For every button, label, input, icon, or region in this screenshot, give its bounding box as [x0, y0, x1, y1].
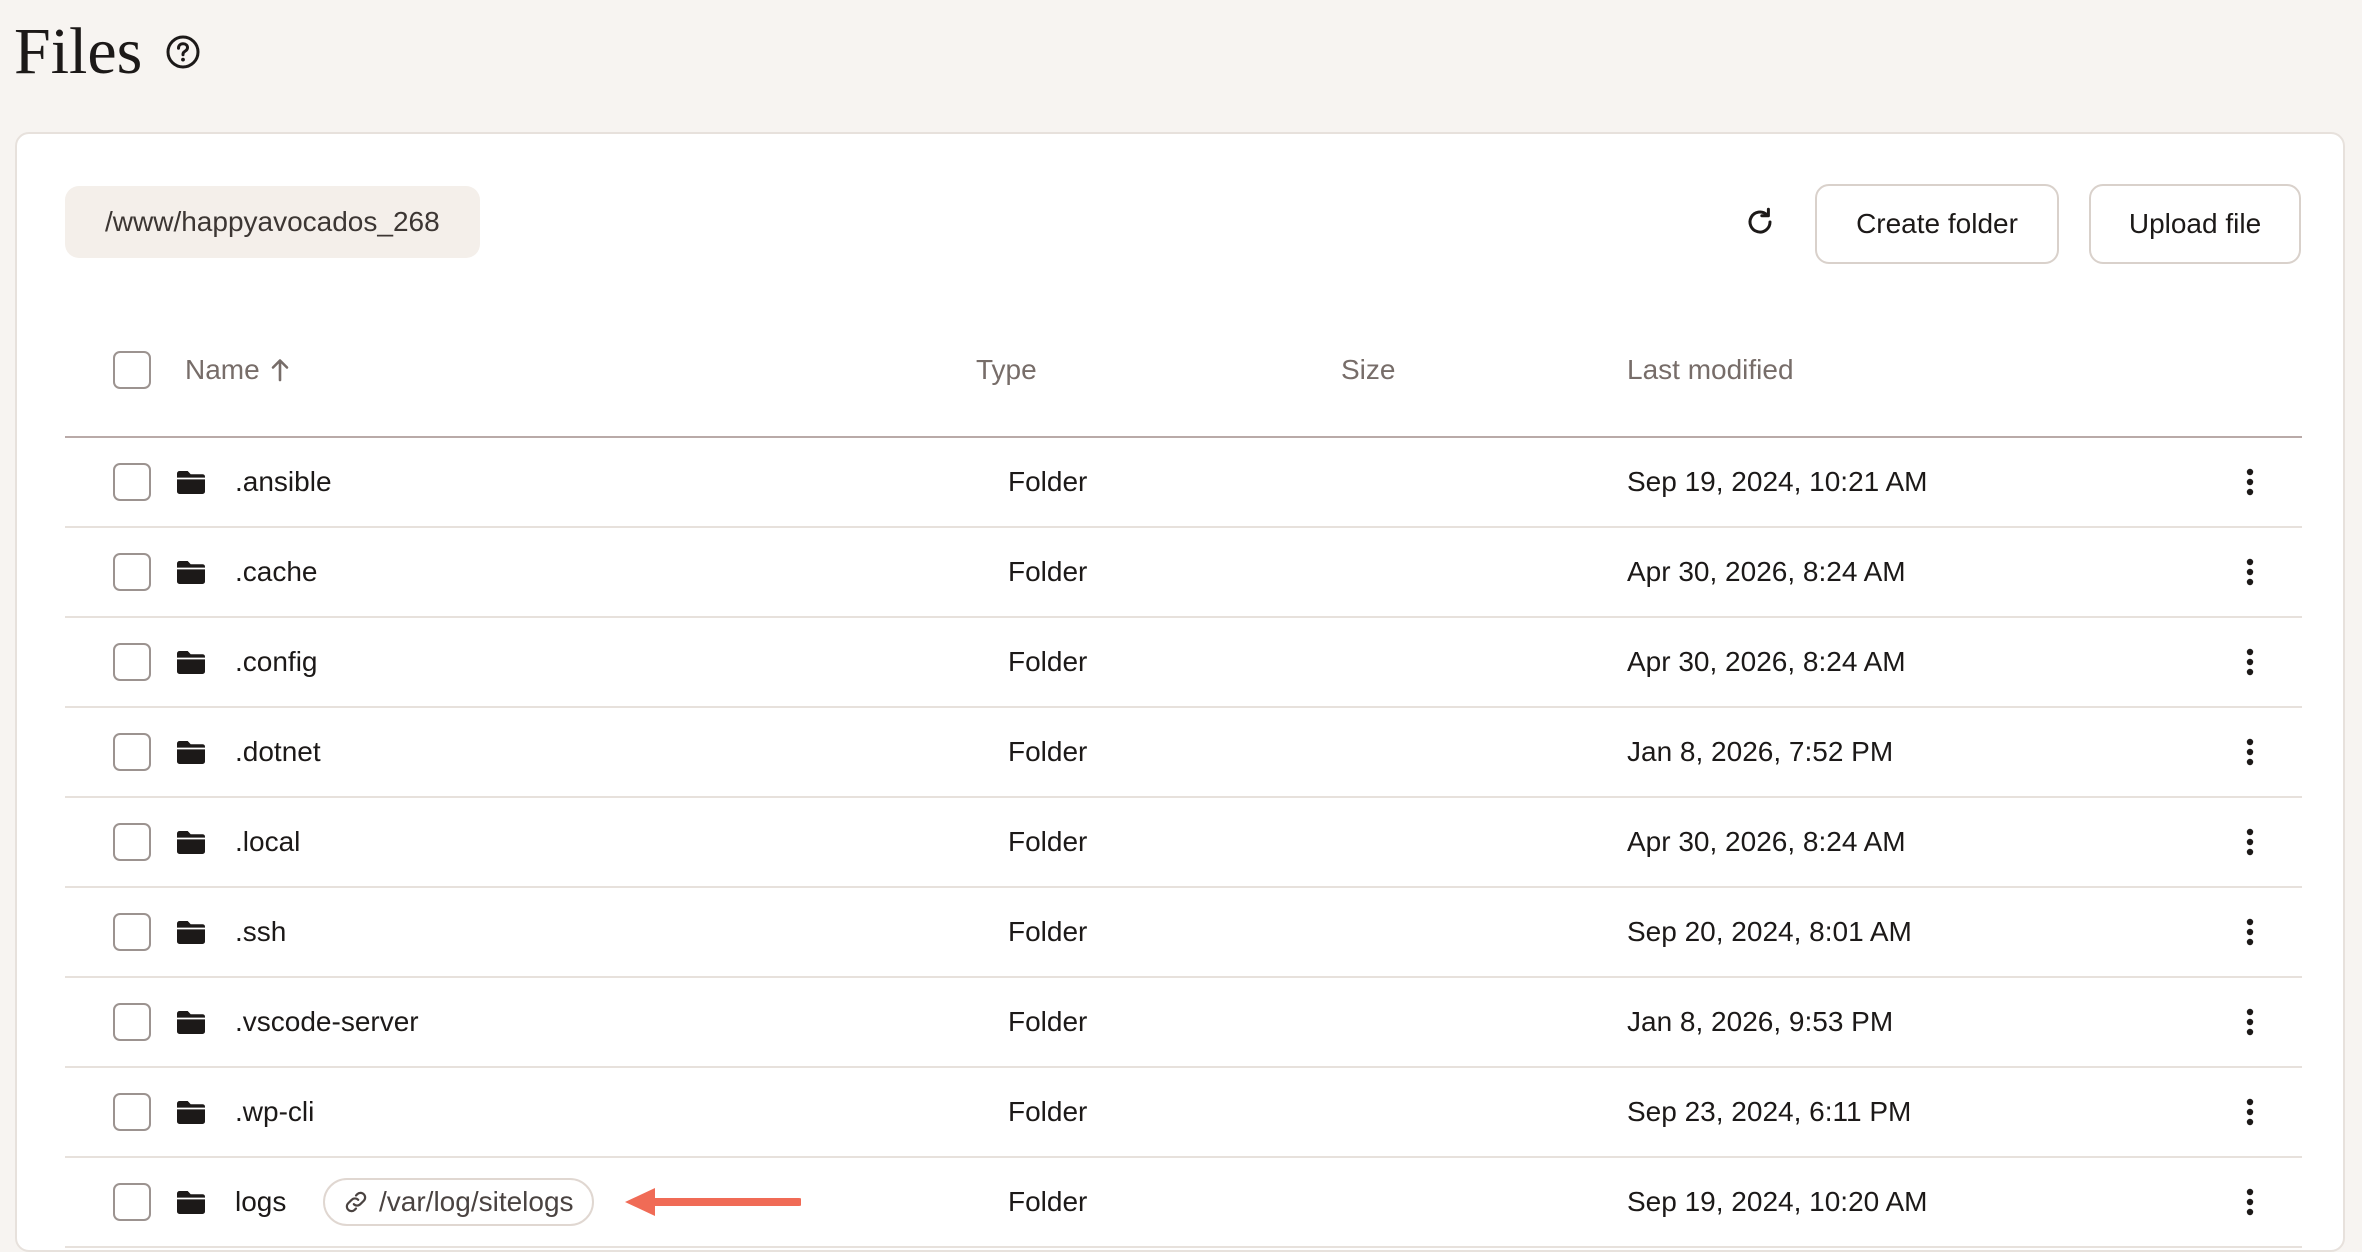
- more-vertical-icon[interactable]: [2235, 1090, 2265, 1134]
- symlink-target: /var/log/sitelogs: [379, 1186, 574, 1217]
- more-vertical-icon[interactable]: [2235, 1180, 2265, 1224]
- row-checkbox[interactable]: [113, 463, 151, 501]
- file-name[interactable]: .wp-cli: [235, 1068, 314, 1156]
- more-vertical-icon[interactable]: [2235, 820, 2265, 864]
- file-modified: Sep 20, 2024, 8:01 AM: [1627, 916, 1912, 947]
- more-vertical-icon[interactable]: [2235, 640, 2265, 684]
- folder-icon: [175, 826, 207, 858]
- file-modified: Jan 8, 2026, 9:53 PM: [1627, 1006, 1894, 1037]
- refresh-icon: [1748, 207, 1772, 234]
- page-header: Files: [14, 12, 202, 92]
- file-type: Folder: [1008, 916, 1088, 947]
- file-modified: Sep 19, 2024, 10:20 AM: [1627, 1186, 1928, 1217]
- more-vertical-icon[interactable]: [2235, 1000, 2265, 1044]
- files-table: Name Type Size Last modified .ansible Fol…: [65, 304, 2302, 1248]
- file-type: Folder: [1008, 1006, 1088, 1037]
- more-vertical-icon[interactable]: [2235, 730, 2265, 774]
- select-all-checkbox[interactable]: [113, 351, 151, 389]
- folder-icon: [175, 466, 207, 498]
- page-title: Files: [14, 15, 143, 88]
- file-name[interactable]: .dotnet: [235, 708, 321, 796]
- more-vertical-icon[interactable]: [2235, 910, 2265, 954]
- folder-icon: [175, 1186, 207, 1218]
- column-header-name[interactable]: Name: [185, 304, 292, 436]
- more-vertical-icon[interactable]: [2235, 460, 2265, 504]
- file-modified: Sep 23, 2024, 6:11 PM: [1627, 1096, 1912, 1127]
- file-name[interactable]: .config: [235, 618, 318, 706]
- upload-file-button[interactable]: Upload file: [2089, 184, 2301, 264]
- more-vertical-icon[interactable]: [2235, 550, 2265, 594]
- row-checkbox[interactable]: [113, 733, 151, 771]
- table-row[interactable]: .ssh Folder Sep 20, 2024, 8:01 AM: [65, 888, 2302, 978]
- create-folder-button[interactable]: Create folder: [1815, 184, 2059, 264]
- table-header: Name Type Size Last modified: [65, 304, 2302, 438]
- table-row[interactable]: .local Folder Apr 30, 2026, 8:24 AM: [65, 798, 2302, 888]
- row-checkbox[interactable]: [113, 553, 151, 591]
- row-checkbox[interactable]: [113, 643, 151, 681]
- refresh-button[interactable]: [1735, 197, 1785, 247]
- row-checkbox[interactable]: [113, 1003, 151, 1041]
- file-name[interactable]: .vscode-server: [235, 978, 419, 1066]
- row-checkbox[interactable]: [113, 823, 151, 861]
- table-row[interactable]: .wp-cli Folder Sep 23, 2024, 6:11 PM: [65, 1068, 2302, 1158]
- file-name[interactable]: .local: [235, 798, 300, 886]
- sort-ascending-icon: [271, 359, 289, 382]
- column-header-size[interactable]: Size: [1341, 304, 1395, 436]
- file-modified: Sep 19, 2024, 10:21 AM: [1627, 466, 1928, 497]
- file-name[interactable]: logs: [235, 1158, 286, 1246]
- file-modified: Apr 30, 2026, 8:24 AM: [1627, 556, 1906, 587]
- file-type: Folder: [1008, 466, 1088, 497]
- annotation-arrow: [625, 1188, 801, 1216]
- folder-icon: [175, 1096, 207, 1128]
- folder-icon: [175, 556, 207, 588]
- table-row[interactable]: .dotnet Folder Jan 8, 2026, 7:52 PM: [65, 708, 2302, 798]
- column-header-type[interactable]: Type: [976, 304, 1037, 436]
- table-row[interactable]: .ansible Folder Sep 19, 2024, 10:21 AM: [65, 438, 2302, 528]
- file-type: Folder: [1008, 1096, 1088, 1127]
- file-type: Folder: [1008, 556, 1088, 587]
- help-icon[interactable]: [164, 33, 202, 71]
- file-type: Folder: [1008, 1186, 1088, 1217]
- link-icon: [343, 1189, 369, 1215]
- column-header-last-modified[interactable]: Last modified: [1627, 304, 1794, 436]
- table-row[interactable]: .config Folder Apr 30, 2026, 8:24 AM: [65, 618, 2302, 708]
- table-row[interactable]: logs/var/log/sitelogs Folder Sep 19, 2024,…: [65, 1158, 2302, 1248]
- file-name[interactable]: .cache: [235, 528, 318, 616]
- symlink-badge: /var/log/sitelogs: [323, 1178, 594, 1226]
- file-name[interactable]: .ansible: [235, 438, 332, 526]
- file-modified: Jan 8, 2026, 7:52 PM: [1627, 736, 1894, 767]
- file-type: Folder: [1008, 826, 1088, 857]
- current-path[interactable]: /www/happyavocados_268: [65, 186, 480, 258]
- folder-icon: [175, 736, 207, 768]
- row-checkbox[interactable]: [113, 1183, 151, 1221]
- folder-icon: [175, 646, 207, 678]
- row-checkbox[interactable]: [113, 1093, 151, 1131]
- column-header-name-label: Name: [185, 354, 260, 385]
- file-modified: Apr 30, 2026, 8:24 AM: [1627, 826, 1906, 857]
- folder-icon: [175, 916, 207, 948]
- file-type: Folder: [1008, 736, 1088, 767]
- files-card: /www/happyavocados_268 Create folder Upl…: [15, 132, 2345, 1252]
- file-type: Folder: [1008, 646, 1088, 677]
- folder-icon: [175, 1006, 207, 1038]
- file-name[interactable]: .ssh: [235, 888, 286, 976]
- table-row[interactable]: .cache Folder Apr 30, 2026, 8:24 AM: [65, 528, 2302, 618]
- table-row[interactable]: .vscode-server Folder Jan 8, 2026, 9:53 PM: [65, 978, 2302, 1068]
- row-checkbox[interactable]: [113, 913, 151, 951]
- file-modified: Apr 30, 2026, 8:24 AM: [1627, 646, 1906, 677]
